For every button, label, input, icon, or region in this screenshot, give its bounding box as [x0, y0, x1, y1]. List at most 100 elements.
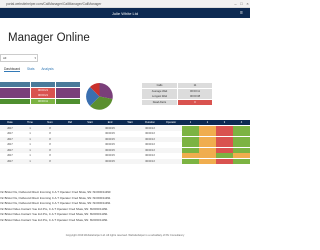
col-header: Operator: [165, 121, 177, 124]
table-cell: 1: [29, 137, 31, 141]
heat-cell: [233, 147, 250, 153]
heat-cell: [216, 136, 233, 142]
table-row[interactable]: 2017 1 8 00:00:15 00:00:13: [0, 136, 250, 142]
browser-address-bar[interactable]: portal.websitehelper.com/CallManager/Cal…: [0, 0, 250, 8]
summary-cell: [56, 82, 80, 87]
table-cell: [160, 126, 182, 131]
pie-slice: [99, 83, 113, 99]
table-row[interactable]: 2017 1 8 00:00:15 00:00:13: [0, 142, 250, 147]
heat-cell: [182, 125, 199, 131]
dead-alerts-row: Dead Alerts 0: [142, 99, 212, 105]
tab-stats[interactable]: Stats: [27, 67, 35, 71]
table-cell: [80, 159, 100, 164]
table-cell: [80, 126, 100, 131]
menu-icon[interactable]: ≡: [240, 10, 246, 16]
table-cell: [80, 137, 100, 142]
longest-wait-value: 00:00:38: [178, 94, 212, 99]
table-cell: 00:00:15: [105, 137, 115, 141]
table-cell: 8: [49, 154, 51, 157]
table-cell: 1: [29, 159, 31, 163]
heat-cell: [233, 125, 250, 131]
heat-cell: [233, 158, 250, 164]
table-cell: 8: [49, 159, 51, 163]
heat-cell: [216, 142, 233, 147]
table-cell: [120, 148, 140, 153]
table-cell: 8: [49, 137, 51, 141]
table-row[interactable]: 2017 1 8 00:00:15 00:00:13: [0, 125, 250, 131]
table-cell: 00:00:13: [145, 159, 155, 163]
col-header: Start: [87, 121, 93, 124]
table-cell: 2017: [7, 159, 13, 163]
heat-cell: [199, 136, 216, 142]
col-header: 2: [206, 121, 209, 124]
table-cell: 2017: [7, 143, 13, 146]
col-header: Num: [47, 121, 53, 124]
address-url[interactable]: portal.websitehelper.com/CallManager/Cal…: [6, 2, 101, 6]
heat-cell: [233, 136, 250, 142]
chevron-down-icon: ▾: [34, 55, 36, 60]
table-cell: 2017: [7, 154, 13, 157]
tab-dashboard[interactable]: Dashboard: [4, 67, 21, 72]
heat-cell: [233, 153, 250, 158]
summary-cell: [0, 87, 30, 93]
table-cell: [120, 131, 140, 136]
table-cell: 1: [29, 132, 31, 135]
col-header: 1: [189, 121, 192, 124]
navbar-title: Julie White Ltd: [111, 10, 139, 16]
close-icon[interactable]: ×: [245, 1, 250, 6]
table-cell: 1: [29, 148, 31, 152]
table-cell: 00:00:15: [105, 132, 115, 135]
page-title: Manager Online: [8, 32, 90, 44]
table-cell: 8: [49, 143, 51, 146]
dead-alerts-label: Dead Alerts: [142, 99, 177, 105]
average-wait-label: Average Wait: [142, 88, 177, 94]
tab-analysis[interactable]: Analysis: [41, 67, 53, 71]
log-line: Vic Bristol Vis, Outbound Direct Incomin…: [0, 201, 111, 205]
minimize-icon[interactable]: –: [233, 1, 238, 6]
table-cell: 00:00:15: [105, 159, 115, 163]
table-row[interactable]: 2017 1 8 00:00:15 00:00:13: [0, 158, 250, 164]
heat-cell: [199, 125, 216, 131]
table-cell: [120, 159, 140, 164]
heat-cell: [182, 147, 199, 153]
table-cell: 00:00:13: [145, 154, 155, 157]
table-cell: 00:00:13: [145, 126, 155, 130]
table-cell: 00:00:13: [145, 137, 155, 141]
table-cell: [60, 153, 80, 158]
summary-cell: [56, 87, 80, 93]
summary-row: 00:00:21: [0, 87, 80, 93]
table-cell: 2017: [7, 126, 13, 130]
table-cell: 00:00:13: [145, 143, 155, 146]
summary-cell: 00:00:21: [31, 87, 55, 93]
summary-row: [0, 82, 80, 87]
table-cell: 2017: [7, 137, 13, 141]
tab-bar: Dashboard Stats Analysis: [4, 67, 60, 73]
heat-cell: [233, 142, 250, 147]
heat-cell: [216, 147, 233, 153]
col-header: Time: [27, 121, 33, 124]
summary-row: 00:00:21: [0, 93, 80, 98]
table-cell: [120, 142, 140, 147]
table-row[interactable]: 2017 1 8 00:00:15 00:00:13: [0, 131, 250, 136]
table-cell: [60, 148, 80, 153]
heat-cell: [216, 125, 233, 131]
heat-cell: [182, 142, 199, 147]
table-row[interactable]: 2017 1 8 00:00:15 00:00:13: [0, 147, 250, 153]
table-cell: [120, 137, 140, 142]
table-cell: [60, 142, 80, 147]
table-cell: [60, 159, 80, 164]
col-header: 4: [240, 121, 243, 124]
log-line: Vic Bristol Vis, Outbound Direct Incomin…: [0, 195, 111, 200]
average-wait-value: 00:00:11: [178, 88, 212, 94]
table-cell: [160, 137, 182, 142]
longest-wait-row: Longest Wait 00:00:38: [142, 94, 212, 99]
filter-select[interactable]: All ▾: [0, 54, 38, 62]
heat-cell: [233, 131, 250, 136]
table-row[interactable]: 2017 1 8 00:00:15 00:00:13: [0, 153, 250, 158]
table-cell: [120, 153, 140, 158]
table-cell: 00:00:13: [145, 132, 155, 135]
table-cell: 2017: [7, 148, 13, 152]
table-cell: 00:00:15: [105, 148, 115, 152]
maximize-icon[interactable]: □: [239, 1, 244, 6]
table-cell: [160, 153, 182, 158]
